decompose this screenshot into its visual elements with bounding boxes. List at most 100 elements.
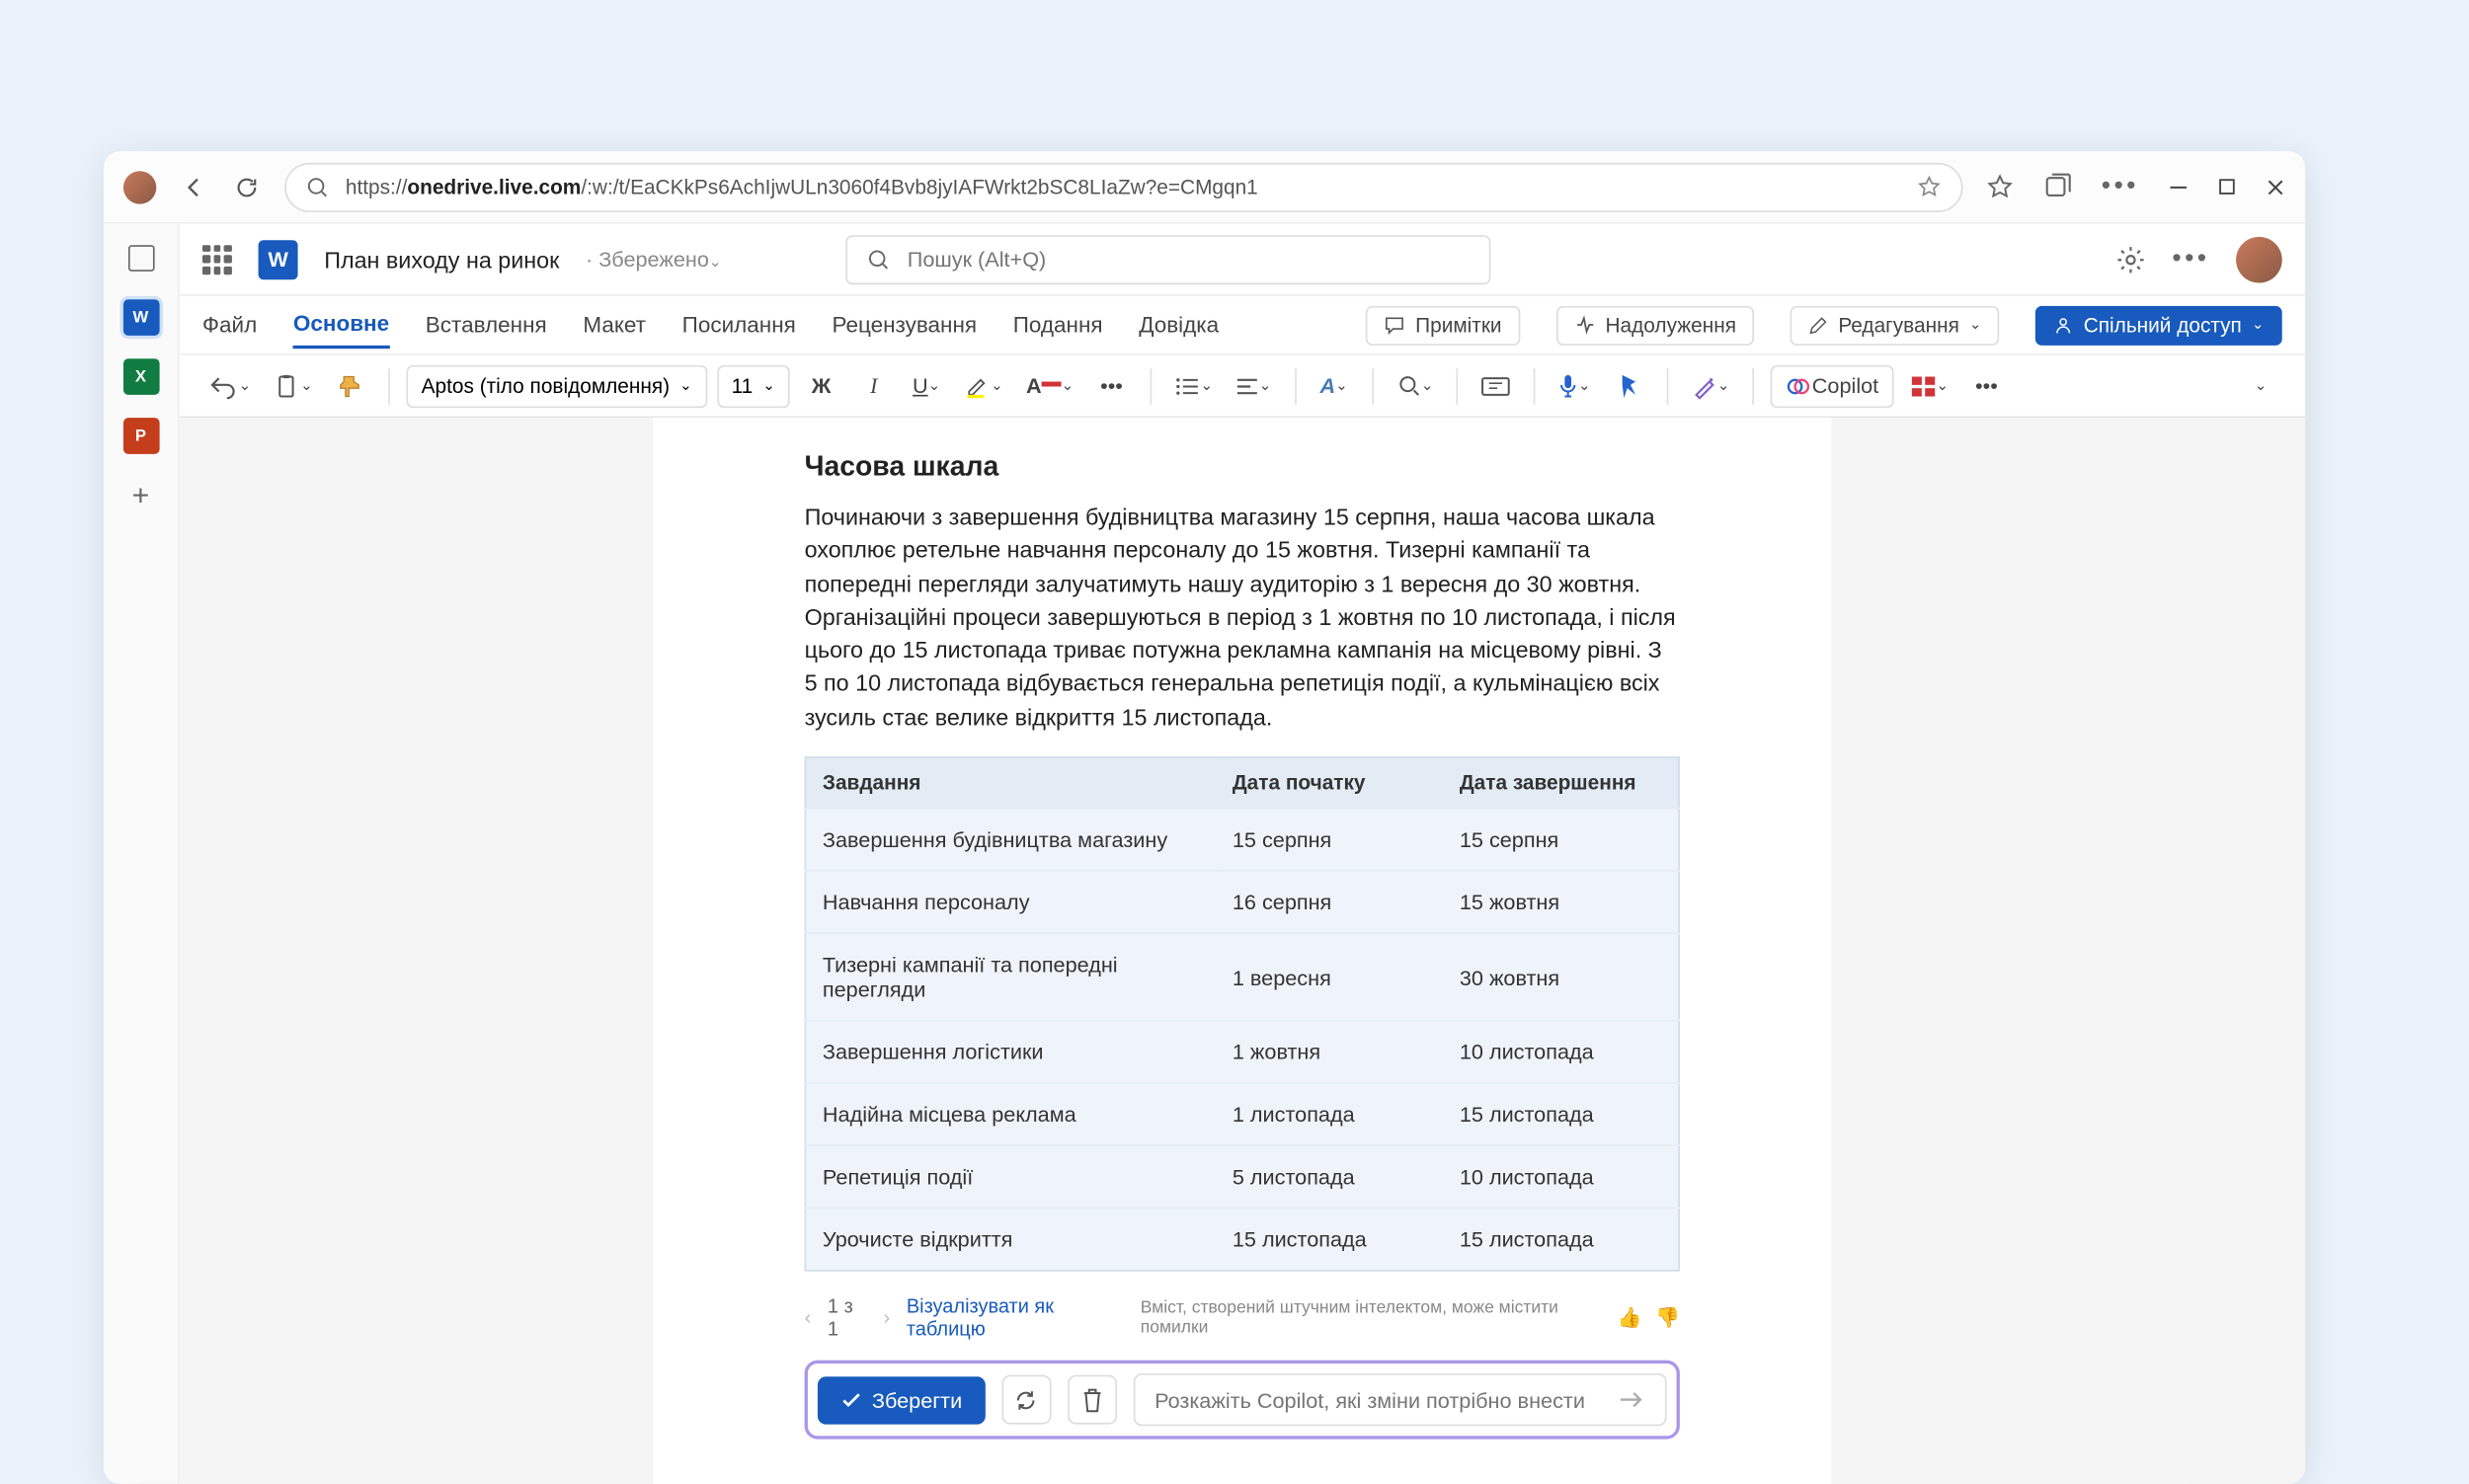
paste-button[interactable]: ⌄	[268, 364, 320, 407]
pager-bar: ‹ 1 з 1 › Візуалізувати як таблицю Вміст…	[805, 1294, 1680, 1341]
tab-references[interactable]: Посилання	[682, 303, 796, 348]
rail-excel-icon[interactable]: X	[122, 358, 159, 395]
comment-icon	[1384, 314, 1405, 336]
refresh-button[interactable]	[232, 172, 262, 201]
page-count: 1 з 1	[828, 1294, 867, 1341]
designer-button[interactable]: ⌄	[1685, 364, 1737, 407]
favorites-icon[interactable]	[1986, 173, 2014, 200]
regenerate-button[interactable]	[1001, 1375, 1051, 1425]
highlight-button[interactable]: ⌄	[958, 364, 1010, 407]
thumbs-down-button[interactable]: 👎	[1655, 1306, 1680, 1329]
search-box[interactable]	[846, 234, 1491, 283]
paragraph: Починаючи з завершення будівництва магаз…	[805, 500, 1680, 734]
document-page[interactable]: Часова шкала Починаючи з завершення буді…	[653, 418, 1831, 1484]
keep-button[interactable]: Зберегти	[818, 1376, 986, 1424]
rail-add-icon[interactable]: +	[122, 477, 159, 513]
cell-task: Надійна місцева реклама	[806, 1083, 1217, 1145]
app-rail: W X P +	[104, 224, 180, 1484]
more-options-icon[interactable]: •••	[2172, 244, 2209, 273]
immersive-reader-button[interactable]	[1474, 364, 1517, 407]
cell-end: 15 листопада	[1443, 1083, 1679, 1145]
font-selector[interactable]: Aptos (тіло повідомлення)⌄	[407, 364, 707, 407]
cell-end: 10 листопада	[1443, 1145, 1679, 1208]
cell-task: Репетиція події	[806, 1145, 1217, 1208]
table-row: Завершення будівництва магазину15 серпня…	[806, 809, 1680, 871]
bold-button[interactable]: Ж	[800, 364, 842, 407]
find-button[interactable]: ⌄	[1390, 364, 1440, 407]
rail-word-icon[interactable]: W	[122, 299, 159, 336]
app-launcher-icon[interactable]	[202, 244, 232, 273]
cell-start: 1 жовтня	[1216, 1021, 1443, 1083]
align-button[interactable]: ⌄	[1230, 364, 1278, 407]
search-input[interactable]	[908, 247, 1471, 272]
tab-insert[interactable]: Вставлення	[426, 303, 547, 348]
cell-end: 10 листопада	[1443, 1021, 1679, 1083]
more-icon[interactable]: •••	[2102, 172, 2139, 201]
rail-powerpoint-icon[interactable]: P	[122, 418, 159, 454]
comments-button[interactable]: Примітки	[1366, 305, 1520, 345]
font-color-button[interactable]: A⌄	[1019, 364, 1080, 407]
tab-help[interactable]: Довідка	[1139, 303, 1219, 348]
underline-button[interactable]: U⌄	[905, 364, 947, 407]
document-canvas[interactable]: Часова шкала Починаючи з завершення буді…	[180, 418, 2305, 1484]
tab-review[interactable]: Рецензування	[832, 303, 977, 348]
tab-view[interactable]: Подання	[1013, 303, 1103, 348]
tab-layout[interactable]: Макет	[583, 303, 646, 348]
document-title[interactable]: План виходу на ринок	[324, 246, 559, 273]
browser-window: https://onedrive.live.com/:w:/t/EaCKkPs6…	[104, 151, 2305, 1483]
prev-page-button[interactable]: ‹	[805, 1306, 812, 1329]
close-button[interactable]	[2266, 177, 2285, 196]
bullets-button[interactable]: ⌄	[1167, 364, 1220, 407]
table-row: Репетиція події5 листопада10 листопада	[806, 1145, 1680, 1208]
copilot-button[interactable]: Copilot	[1771, 364, 1893, 407]
italic-button[interactable]: I	[852, 364, 895, 407]
ribbon-tabs: Файл Основне Вставлення Макет Посилання …	[180, 296, 2305, 355]
copilot-input[interactable]	[1155, 1387, 1619, 1412]
dictate-button[interactable]: ⌄	[1552, 364, 1597, 407]
view-grid-button[interactable]: ⌄	[1903, 364, 1955, 407]
cell-start: 15 серпня	[1216, 809, 1443, 871]
cell-start: 1 вересня	[1216, 934, 1443, 1021]
favorite-icon[interactable]	[1917, 175, 1942, 199]
minimize-button[interactable]	[2169, 177, 2189, 196]
send-icon[interactable]	[1619, 1388, 1645, 1411]
render-as-table-link[interactable]: Візуалізувати як таблицю	[907, 1294, 1124, 1341]
more-commands-button[interactable]: •••	[1965, 364, 2008, 407]
ai-disclaimer: Вміст, створений штучним інтелектом, мож…	[1141, 1298, 1601, 1338]
app-titlebar: W План виходу на ринок · Збережено⌄ •••	[180, 224, 2305, 296]
copilot-action-bar: Зберегти	[805, 1361, 1680, 1440]
settings-icon[interactable]	[2116, 244, 2146, 273]
maximize-button[interactable]	[2218, 178, 2236, 195]
save-status[interactable]: · Збережено⌄	[586, 247, 721, 272]
share-button[interactable]: Спільний доступ⌄	[2035, 305, 2281, 345]
rail-tabs-icon[interactable]	[122, 240, 159, 276]
next-page-button[interactable]: ›	[884, 1306, 891, 1329]
font-size-selector[interactable]: 11⌄	[717, 364, 790, 407]
profile-avatar[interactable]	[123, 170, 156, 202]
undo-button[interactable]: ⌄	[202, 364, 258, 407]
editing-mode-button[interactable]: Редагування⌄	[1791, 305, 2000, 345]
col-task: Завдання	[806, 757, 1217, 809]
tab-home[interactable]: Основне	[293, 301, 389, 349]
catchup-button[interactable]: Надолуження	[1556, 305, 1755, 345]
thumbs-up-button[interactable]: 👍	[1618, 1306, 1642, 1329]
user-avatar[interactable]	[2236, 236, 2282, 282]
table-row: Завершення логістики1 жовтня10 листопада	[806, 1021, 1680, 1083]
collections-icon[interactable]	[2043, 173, 2071, 200]
address-bar[interactable]: https://onedrive.live.com/:w:/t/EaCKkPs6…	[284, 162, 1963, 211]
delete-button[interactable]	[1068, 1375, 1117, 1425]
cell-start: 16 серпня	[1216, 871, 1443, 933]
editor-button[interactable]	[1607, 364, 1649, 407]
more-font-button[interactable]: •••	[1090, 364, 1133, 407]
styles-button[interactable]: A⌄	[1313, 364, 1355, 407]
format-painter-button[interactable]	[329, 364, 371, 407]
schedule-table: Завдання Дата початку Дата завершення За…	[805, 756, 1680, 1271]
activity-icon	[1574, 314, 1596, 336]
word-logo-icon: W	[259, 239, 298, 278]
cell-start: 5 листопада	[1216, 1145, 1443, 1208]
cell-task: Навчання персоналу	[806, 871, 1217, 933]
tab-file[interactable]: Файл	[202, 303, 257, 348]
copilot-input-wrap[interactable]	[1134, 1373, 1667, 1426]
back-button[interactable]	[180, 172, 209, 201]
ribbon-collapse-button[interactable]: ⌄	[2239, 364, 2281, 407]
